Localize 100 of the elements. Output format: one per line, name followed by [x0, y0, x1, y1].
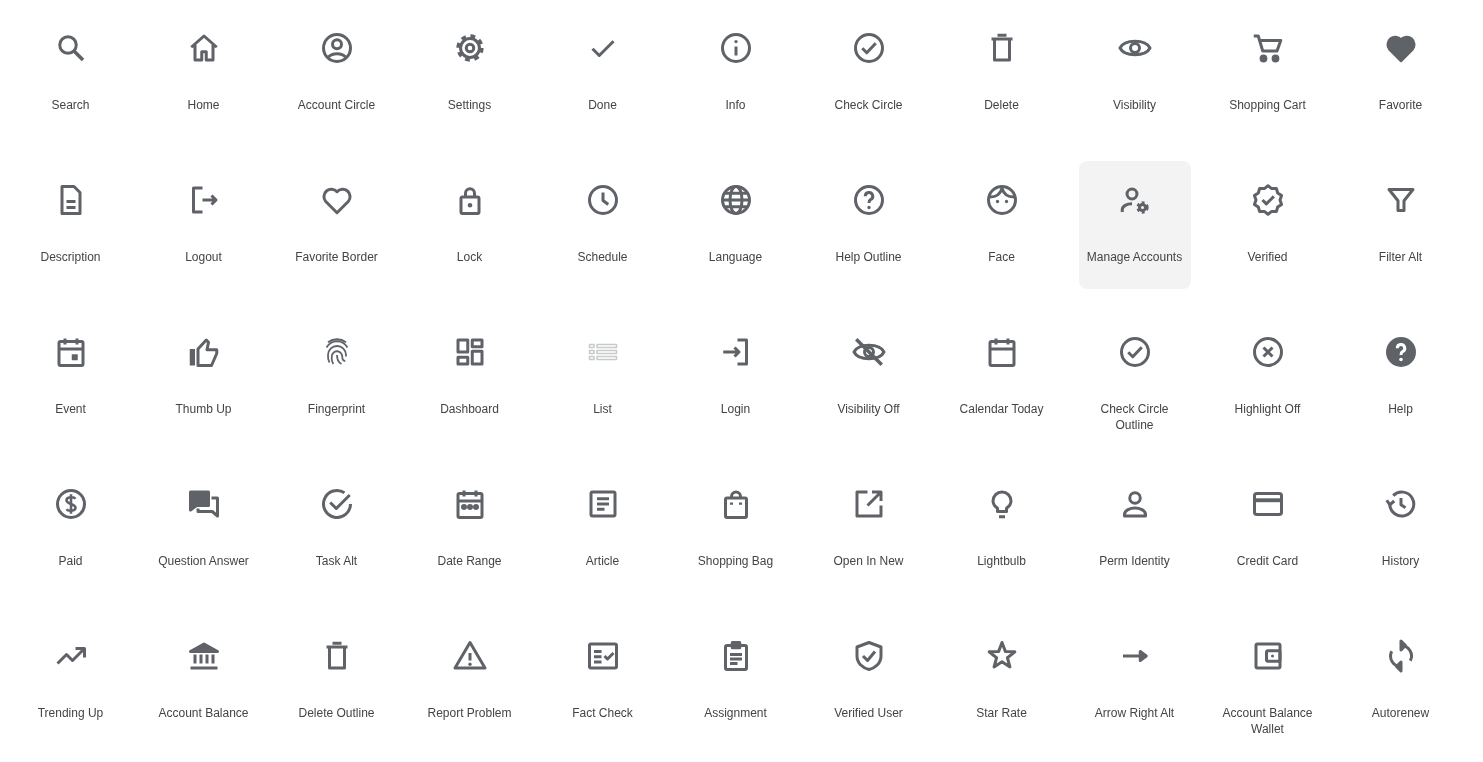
icon-tile[interactable]: Logout — [147, 161, 260, 289]
icon-label: Thumb Up — [174, 401, 233, 417]
icon-tile[interactable]: Favorite Border — [280, 161, 393, 289]
icon-label: Credit Card — [1235, 553, 1300, 569]
icon-tile[interactable]: Visibility Off — [812, 313, 925, 441]
icon-label: Manage Accounts — [1085, 249, 1184, 265]
icon-tile[interactable]: Assignment — [679, 617, 792, 745]
icon-tile[interactable]: Lightbulb — [945, 465, 1058, 593]
icon-label: Task Alt — [314, 553, 359, 569]
icon-tile[interactable]: Delete Outline — [280, 617, 393, 745]
icon-tile[interactable]: Account Circle — [280, 9, 393, 137]
icon-tile[interactable]: List — [546, 313, 659, 441]
icon-tile[interactable]: Favorite — [1344, 9, 1457, 137]
icon-label: Question Answer — [157, 553, 250, 569]
icon-tile[interactable]: Verified User — [812, 617, 925, 745]
icon-tile[interactable]: Autorenew — [1344, 617, 1457, 745]
icon-tile[interactable]: Paid — [14, 465, 127, 593]
icon-label: Lightbulb — [976, 553, 1027, 569]
icon-label: Filter Alt — [1377, 249, 1424, 265]
icon-tile[interactable]: Visibility — [1078, 9, 1191, 137]
icon-label: Help — [1387, 401, 1414, 417]
icon-tile[interactable]: Dashboard — [413, 313, 526, 441]
icon-tile[interactable]: Shopping Bag — [679, 465, 792, 593]
icon-label: Verified — [1246, 249, 1289, 265]
icon-label: Account Balance Wallet — [1221, 705, 1314, 737]
icon-label: Account Balance — [157, 705, 250, 721]
icon-label: Verified User — [833, 705, 904, 721]
icon-label: Star Rate — [975, 705, 1028, 721]
icon-label: Paid — [57, 553, 84, 569]
icon-tile[interactable]: Arrow Right Alt — [1078, 617, 1191, 745]
icon-tile[interactable]: Login — [679, 313, 792, 441]
icon-label: List — [592, 401, 613, 417]
icon-tile[interactable]: Star Rate — [945, 617, 1058, 745]
icon-tile[interactable]: Info — [679, 9, 792, 137]
icon-tile[interactable]: Date Range — [413, 465, 526, 593]
icon-label: Help Outline — [834, 249, 903, 265]
icon-label: Home — [186, 97, 221, 113]
icon-tile[interactable]: Face — [945, 161, 1058, 289]
icon-tile[interactable]: Account Balance Wallet — [1211, 617, 1324, 745]
icon-label: Delete Outline — [297, 705, 376, 721]
icon-tile[interactable]: Language — [679, 161, 792, 289]
icon-tile[interactable]: Shopping Cart — [1211, 9, 1324, 137]
icon-tile[interactable]: Delete — [945, 9, 1058, 137]
icon-label: Favorite — [1377, 97, 1424, 113]
icon-tile[interactable]: Event — [14, 313, 127, 441]
icon-tile[interactable]: Credit Card — [1211, 465, 1324, 593]
icon-tile[interactable]: Fact Check — [546, 617, 659, 745]
icon-label: Trending Up — [36, 705, 105, 721]
icon-tile[interactable]: Search — [14, 9, 127, 137]
icon-label: Check Circle Outline — [1099, 401, 1170, 433]
icon-label: Language — [707, 249, 764, 265]
icon-label: Schedule — [576, 249, 629, 265]
icon-tile[interactable]: Description — [14, 161, 127, 289]
icon-tile[interactable]: Manage Accounts — [1078, 161, 1191, 289]
icon-tile[interactable]: History — [1344, 465, 1457, 593]
icon-label: Event — [54, 401, 87, 417]
icon-tile[interactable]: Filter Alt — [1344, 161, 1457, 289]
icon-tile[interactable]: Trending Up — [14, 617, 127, 745]
icon-tile[interactable]: Report Problem — [413, 617, 526, 745]
icon-label: Face — [987, 249, 1016, 265]
icon-tile[interactable]: Thumb Up — [147, 313, 260, 441]
icon-tile[interactable]: Check Circle Outline — [1078, 313, 1191, 441]
icon-label: Delete — [983, 97, 1020, 113]
icon-tile[interactable]: Question Answer — [147, 465, 260, 593]
icon-label: History — [1380, 553, 1421, 569]
icon-label: Fact Check — [571, 705, 634, 721]
icon-tile[interactable]: Task Alt — [280, 465, 393, 593]
icon-label: Login — [719, 401, 752, 417]
icon-label: Highlight Off — [1233, 401, 1302, 417]
icon-label: Shopping Cart — [1228, 97, 1307, 113]
icon-label: Favorite Border — [294, 249, 379, 265]
icon-label: Logout — [184, 249, 223, 265]
icon-tile[interactable]: Open In New — [812, 465, 925, 593]
icon-tile[interactable]: Home — [147, 9, 260, 137]
icon-label: Calendar Today — [958, 401, 1045, 417]
icon-label: Description — [39, 249, 102, 265]
icon-label: Account Circle — [296, 97, 377, 113]
icon-tile[interactable]: Settings — [413, 9, 526, 137]
icon-tile[interactable]: Article — [546, 465, 659, 593]
icon-label: Perm Identity — [1098, 553, 1171, 569]
icon-tile[interactable]: Help Outline — [812, 161, 925, 289]
icon-label: Settings — [446, 97, 493, 113]
icon-label: Arrow Right Alt — [1093, 705, 1176, 721]
icon-tile[interactable]: Calendar Today — [945, 313, 1058, 441]
icon-tile[interactable]: Done — [546, 9, 659, 137]
icon-tile[interactable]: Perm Identity — [1078, 465, 1191, 593]
icon-tile[interactable]: Help — [1344, 313, 1457, 441]
icon-label: Fingerprint — [306, 401, 367, 417]
icon-tile[interactable]: Lock — [413, 161, 526, 289]
icon-label: Report Problem — [426, 705, 513, 721]
icon-tile[interactable]: Schedule — [546, 161, 659, 289]
icon-tile[interactable]: Fingerprint — [280, 313, 393, 441]
icon-label: Check Circle — [833, 97, 904, 113]
icon-label: Assignment — [703, 705, 768, 721]
icon-label: Autorenew — [1370, 705, 1431, 721]
icon-tile[interactable]: Verified — [1211, 161, 1324, 289]
icon-tile[interactable]: Highlight Off — [1211, 313, 1324, 441]
icon-tile[interactable]: Account Balance — [147, 617, 260, 745]
icon-tile[interactable]: Check Circle — [812, 9, 925, 137]
icon-label: Lock — [455, 249, 484, 265]
